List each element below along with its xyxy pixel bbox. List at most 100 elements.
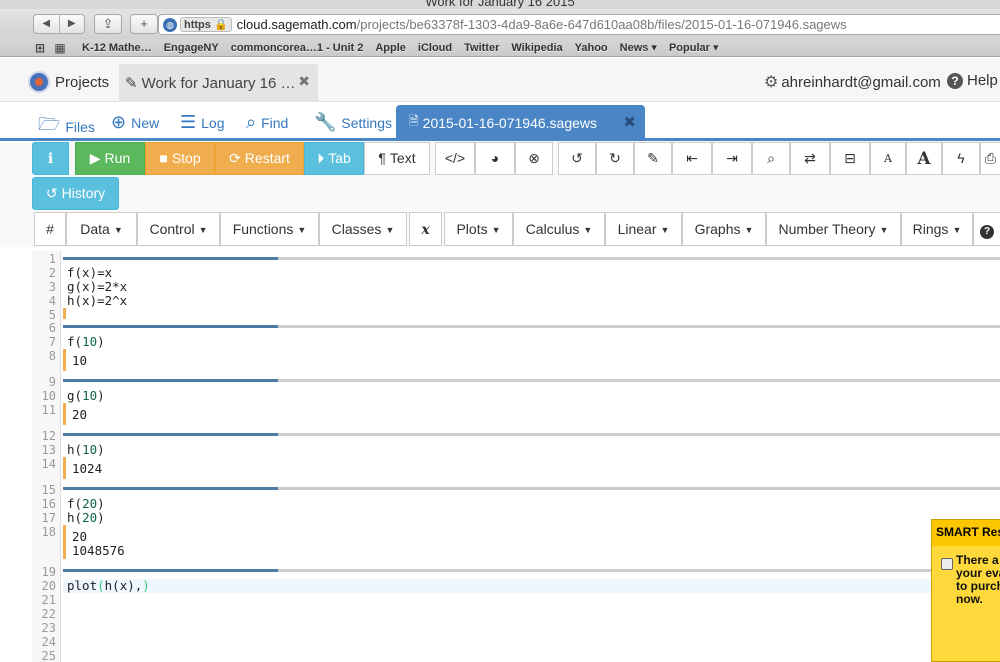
symbolic-x-button[interactable]: x (409, 212, 442, 246)
menu-number-theory[interactable]: Number Theory ▼ (766, 212, 901, 246)
close-icon[interactable]: ✖ (298, 73, 310, 90)
redo-button[interactable]: ↻ (596, 142, 634, 175)
line-number: 16 (41, 497, 56, 511)
font-larger-button[interactable]: A (906, 142, 942, 175)
bookmark-item[interactable]: iCloud (418, 42, 452, 54)
new-button[interactable]: ⊕ New (111, 112, 159, 133)
find-button[interactable]: ⌕ Find (246, 112, 288, 133)
project-file-bar: 🗁 Files ⊕ New ☰ Log ⌕ Find 🔧 Settings 🗎 2015-… (0, 102, 1000, 140)
back-icon[interactable]: ◀ (34, 15, 59, 33)
insert-comment-button[interactable]: # (34, 212, 66, 246)
bookmark-item[interactable]: Popular ▾ (669, 41, 719, 54)
settings-button[interactable]: 🔧 Settings (314, 112, 392, 133)
menu-help[interactable]: ? (973, 212, 1000, 246)
line-number: 8 (48, 349, 56, 363)
address-bar[interactable]: ◍ https 🔒 cloud.sagemath.com/projects/be… (158, 14, 1000, 35)
stop-button[interactable]: ■ Stop (145, 142, 215, 175)
menu-functions[interactable]: Functions ▼ (220, 212, 319, 246)
tab-button[interactable]: ⏵ Tab (304, 142, 364, 175)
bookmark-item[interactable]: K-12 Mathe… (82, 42, 152, 54)
address-host: cloud.sagemath.com (236, 17, 357, 32)
search-button[interactable]: ⌕ (752, 142, 790, 175)
menu-control[interactable]: Control ▼ (137, 212, 220, 246)
share-icon: ⇪ (102, 16, 114, 31)
account-menu[interactable]: ⚙ ahreinhardt@gmail.com (764, 72, 941, 92)
bookmark-item[interactable]: News ▾ (620, 41, 657, 54)
play-icon: ▶ (89, 150, 101, 166)
line-number: 9 (48, 375, 56, 389)
worksheet-toolbar: ℹ ▶ Run ■ Stop ⟳ Restart ⏵ Tab ¶ Text </> ◕ ⊗… (0, 141, 1000, 175)
run-button[interactable]: ▶ Run (75, 142, 145, 175)
menu-data[interactable]: Data ▼ (66, 212, 137, 246)
bookmark-item[interactable]: commoncorea…1 - Unit 2 (231, 42, 364, 54)
magic-button[interactable]: ✎ (634, 142, 672, 175)
history-bar: ↺ History (0, 175, 1000, 211)
line-number: 23 (41, 621, 56, 635)
chart-button[interactable]: ◕ (475, 142, 515, 175)
indent-button[interactable]: ⇥ (712, 142, 752, 175)
menu-plots[interactable]: Plots ▼ (444, 212, 513, 246)
print-icon: ⎙ (984, 150, 997, 166)
code-toggle-button[interactable]: </> (435, 142, 475, 175)
undo-button[interactable]: ↺ (558, 142, 596, 175)
info-button[interactable]: ℹ (32, 142, 69, 175)
cell-divider (63, 379, 1000, 382)
output-marker (63, 525, 66, 559)
caret-down-icon: ▼ (113, 225, 123, 235)
print-button[interactable]: ⎙ (980, 142, 1000, 175)
close-icon[interactable]: ✖ (623, 113, 636, 131)
bookmark-item[interactable]: EngageNY (164, 42, 219, 54)
back-forward-buttons[interactable]: ◀ ▶ (33, 14, 85, 34)
output-marker (63, 403, 66, 425)
menu-rings[interactable]: Rings ▼ (901, 212, 973, 246)
window-titlebar: Work for January 16 2015 (0, 0, 1000, 9)
bookmark-item[interactable]: Twitter (464, 42, 499, 54)
split-view-button[interactable]: ⊟ (830, 142, 870, 175)
restart-button[interactable]: ⟳ Restart (215, 142, 304, 175)
sage-logo-icon (28, 71, 50, 93)
replace-button[interactable]: ⇄ (790, 142, 830, 175)
menu-linear[interactable]: Linear ▼ (605, 212, 682, 246)
line-number-gutter: 1 2 3 4 5 6 7 8 9 10 11 12 13 14 15 16 1… (32, 251, 61, 662)
top-sites-icon[interactable]: ▦ (52, 41, 68, 55)
text-button[interactable]: ¶ Text (364, 142, 430, 175)
bookmark-item[interactable]: Apple (375, 42, 406, 54)
smart-notification-popup[interactable]: SMART Res There a your eva to purch now. (931, 519, 1000, 662)
delete-output-button[interactable]: ⊗ (515, 142, 553, 175)
help-button[interactable]: ? Help (947, 72, 998, 89)
file-tab-active[interactable]: 🗎 2015-01-16-071946.sagews ✖ (396, 105, 645, 140)
bookmark-item[interactable]: Yahoo (575, 42, 608, 54)
line-number: 2 (48, 266, 56, 280)
reading-list-icon[interactable]: ⊞ (32, 41, 48, 55)
new-tab-button[interactable]: + (130, 14, 158, 34)
lightning-button[interactable]: ϟ (942, 142, 980, 175)
project-tab-work[interactable]: ✎ Work for January 16 … ✖ (119, 64, 318, 102)
projects-tab[interactable]: Projects (28, 64, 109, 100)
output-marker (63, 457, 66, 479)
menu-classes[interactable]: Classes ▼ (319, 212, 407, 246)
history-icon: ↺ (45, 185, 58, 201)
line-number: 15 (41, 483, 56, 497)
log-button[interactable]: ☰ Log (180, 112, 225, 133)
font-smaller-button[interactable]: A (870, 142, 906, 175)
search-icon: ⌕ (767, 150, 775, 166)
menu-calculus[interactable]: Calculus ▼ (513, 212, 605, 246)
bookmark-item[interactable]: Wikipedia (511, 42, 562, 54)
line-number: 22 (41, 607, 56, 621)
outdent-button[interactable]: ⇤ (672, 142, 712, 175)
project-tab-label: Work for January 16 … (141, 74, 296, 92)
code-line-active[interactable]: plot(h(x),) (67, 579, 150, 593)
menu-graphs[interactable]: Graphs ▼ (682, 212, 766, 246)
search-icon: ⌕ (246, 112, 257, 132)
account-email: ahreinhardt@gmail.com (781, 73, 941, 91)
sage-top-nav: Projects ✎ Work for January 16 … ✖ ⚙ ahr… (0, 58, 1000, 102)
forward-icon[interactable]: ▶ (58, 15, 85, 33)
line-number: 3 (48, 280, 56, 294)
share-button[interactable]: ⇪ (94, 14, 122, 34)
caret-down-icon: ▼ (491, 225, 501, 235)
font-small-icon: A (884, 152, 892, 165)
worksheet-editor[interactable]: 1 2 3 4 5 6 7 8 9 10 11 12 13 14 15 16 1… (32, 251, 1000, 662)
code-line: f(x)=x (67, 265, 113, 280)
cell-output: 20 (72, 529, 88, 544)
history-button[interactable]: ↺ History (32, 177, 119, 210)
